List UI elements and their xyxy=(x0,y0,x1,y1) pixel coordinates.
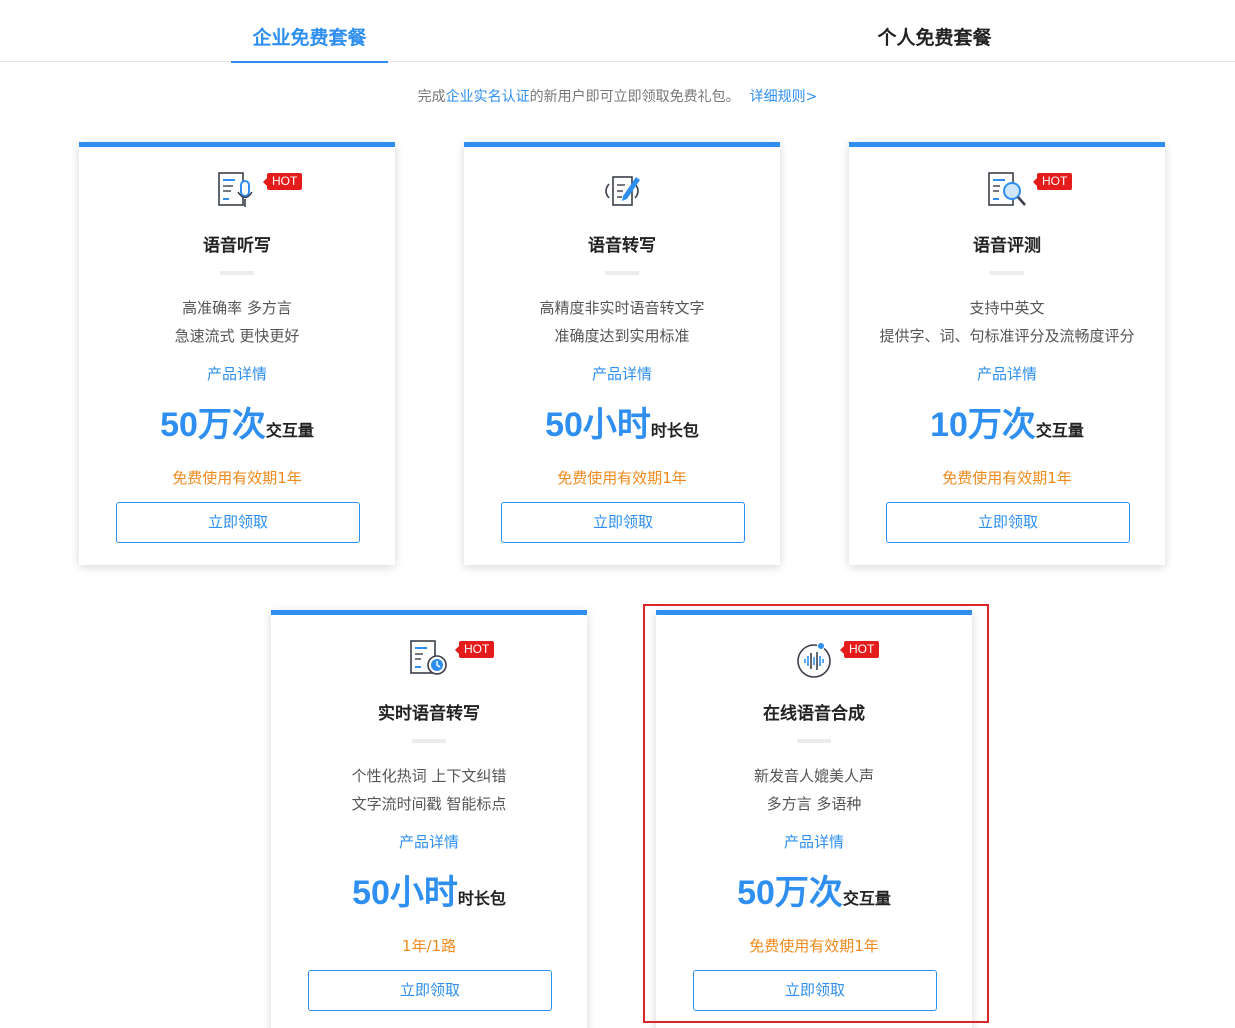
amount-value: 10万次 xyxy=(930,406,1036,444)
amount-unit: 时长包 xyxy=(650,421,699,440)
claim-button[interactable]: 立即领取 xyxy=(501,502,745,543)
amount-unit: 交互量 xyxy=(842,889,891,908)
amount-value: 50小时 xyxy=(545,406,651,444)
amount-unit: 交互量 xyxy=(265,421,314,440)
package-card-speech-transcription: 语音转写 高精度非实时语音转文字 准确度达到实用标准 产品详情 50小时时长包 … xyxy=(464,142,780,565)
card-title: 实时语音转写 xyxy=(378,704,480,724)
card-description-line1: 高准确率 多方言 xyxy=(182,299,292,317)
product-detail-link[interactable]: 产品详情 xyxy=(464,363,780,384)
notice-prefix: 完成 xyxy=(417,89,446,105)
card-title: 在线语音合成 xyxy=(763,704,865,724)
divider xyxy=(605,271,639,275)
notice-suffix: 的新用户即可立即领取免费礼包。 xyxy=(529,89,740,105)
package-amount: 50万次交互量 xyxy=(656,865,972,914)
amount-value: 50小时 xyxy=(352,874,458,912)
package-amount: 10万次交互量 xyxy=(849,397,1165,446)
amount-value: 50万次 xyxy=(737,874,843,912)
card-description-line2: 文字流时间戳 智能标点 xyxy=(351,795,507,813)
amount-unit: 交互量 xyxy=(1035,421,1084,440)
speech-synthesis-icon xyxy=(797,642,831,678)
product-detail-link[interactable]: 产品详情 xyxy=(79,363,395,384)
validity-text: 免费使用有效期1年 xyxy=(942,469,1072,487)
speech-transcription-icon xyxy=(605,176,640,206)
tab-enterprise-free-package[interactable]: 企业免费套餐 xyxy=(231,0,388,63)
divider xyxy=(220,271,254,275)
card-title: 语音转写 xyxy=(588,236,656,256)
tab-personal-free-package[interactable]: 个人免费套餐 xyxy=(856,0,1013,62)
product-detail-link[interactable]: 产品详情 xyxy=(849,363,1165,384)
hot-badge: HOT xyxy=(454,641,495,658)
hot-badge: HOT xyxy=(839,641,880,658)
divider xyxy=(412,739,446,743)
speech-dictation-icon xyxy=(218,172,253,207)
validity-text: 免费使用有效期1年 xyxy=(172,469,302,487)
hot-badge: HOT xyxy=(1032,173,1073,190)
card-description-line1: 个性化热词 上下文纠错 xyxy=(351,767,507,785)
validity-text: 1年/1路 xyxy=(401,937,457,955)
package-amount: 50万次交互量 xyxy=(79,397,395,446)
enterprise-verification-link[interactable]: 企业实名认证 xyxy=(446,89,530,105)
package-card-speech-dictation: HOT 语音听写 高准确率 多方言 急速流式 更快更好 产品详情 50万次交互量… xyxy=(79,142,395,565)
claim-button[interactable]: 立即领取 xyxy=(116,502,360,543)
package-card-speech-evaluation: HOT 语音评测 支持中英文 提供字、词、句标准评分及流畅度评分 产品详情 10… xyxy=(849,142,1165,565)
notice-text: 完成企业实名认证的新用户即可立即领取免费礼包。 详细规则> xyxy=(0,86,1235,106)
claim-button[interactable]: 立即领取 xyxy=(308,970,552,1011)
realtime-transcription-icon xyxy=(410,640,447,675)
card-description-line1: 高精度非实时语音转文字 xyxy=(539,299,705,317)
divider xyxy=(797,739,831,743)
card-description-line1: 支持中英文 xyxy=(969,299,1045,317)
detailed-rules-link[interactable]: 详细规则> xyxy=(750,89,818,105)
package-card-realtime-transcription: HOT 实时语音转写 个性化热词 上下文纠错 文字流时间戳 智能标点 产品详情 … xyxy=(271,610,587,1028)
validity-text: 免费使用有效期1年 xyxy=(557,469,687,487)
package-amount: 50小时时长包 xyxy=(464,397,780,446)
product-detail-link[interactable]: 产品详情 xyxy=(271,831,587,852)
product-detail-link[interactable]: 产品详情 xyxy=(656,831,972,852)
card-description-line2: 提供字、词、句标准评分及流畅度评分 xyxy=(879,327,1135,345)
package-card-speech-synthesis: HOT 在线语音合成 新发音人媲美人声 多方言 多语种 产品详情 50万次交互量… xyxy=(656,610,972,1028)
divider xyxy=(990,271,1024,275)
hot-badge: HOT xyxy=(262,173,303,190)
amount-unit: 时长包 xyxy=(457,889,506,908)
amount-value: 50万次 xyxy=(160,406,266,444)
validity-text: 免费使用有效期1年 xyxy=(749,937,879,955)
claim-button[interactable]: 立即领取 xyxy=(886,502,1130,543)
card-description-line1: 新发音人媲美人声 xyxy=(753,767,874,785)
speech-evaluation-icon xyxy=(988,172,1026,206)
card-title: 语音评测 xyxy=(973,236,1041,256)
card-description-line2: 准确度达到实用标准 xyxy=(554,327,690,345)
card-title: 语音听写 xyxy=(203,236,271,256)
card-description-line2: 多方言 多语种 xyxy=(766,795,862,813)
card-description-line2: 急速流式 更快更好 xyxy=(174,327,300,345)
package-tabs: 企业免费套餐 个人免费套餐 xyxy=(0,0,1235,63)
package-amount: 50小时时长包 xyxy=(271,865,587,914)
claim-button[interactable]: 立即领取 xyxy=(693,970,937,1011)
